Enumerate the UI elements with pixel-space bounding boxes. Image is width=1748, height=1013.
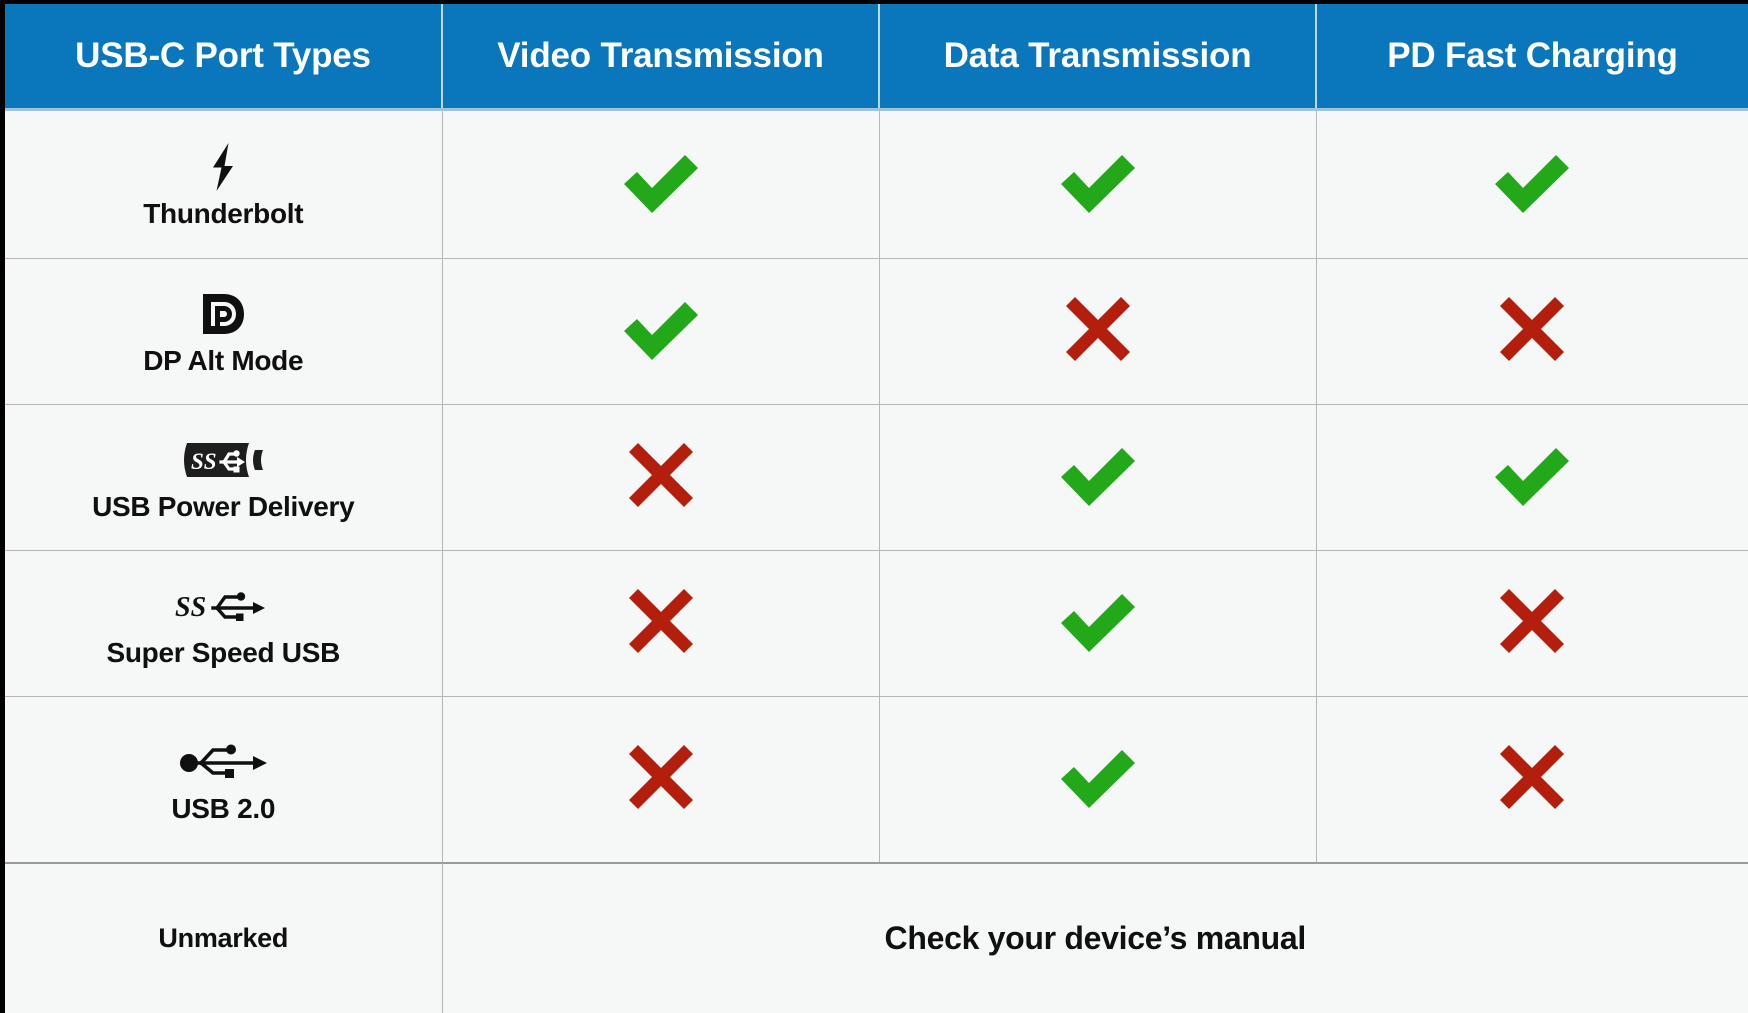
usb-power-delivery-icon: SS bbox=[177, 434, 269, 486]
cross-icon bbox=[626, 586, 696, 656]
cell-thunderbolt-charging bbox=[1316, 110, 1748, 259]
cell-unmarked-note: Check your device’s manual bbox=[442, 863, 1748, 1013]
cell-superspeed-data bbox=[879, 551, 1316, 697]
cross-icon bbox=[1063, 294, 1133, 364]
table-row: USB 2.0 bbox=[5, 697, 1748, 864]
column-header-data-transmission: Data Transmission bbox=[879, 4, 1316, 110]
port-label: Super Speed USB bbox=[106, 639, 340, 667]
check-icon bbox=[1056, 745, 1140, 809]
port-cell-unmarked: Unmarked bbox=[5, 863, 442, 1013]
check-icon bbox=[1490, 443, 1574, 507]
cell-superspeed-video bbox=[442, 551, 879, 697]
cell-dp-alt-mode-data bbox=[879, 259, 1316, 405]
cell-superspeed-charging bbox=[1316, 551, 1748, 697]
table-body: Thunderbolt bbox=[5, 110, 1748, 1013]
cell-usb2-video bbox=[442, 697, 879, 864]
table-frame: USB-C Port Types Video Transmission Data… bbox=[0, 0, 1748, 1008]
svg-text:SS: SS bbox=[191, 449, 217, 474]
check-icon bbox=[1056, 443, 1140, 507]
svg-text:SS: SS bbox=[175, 592, 206, 623]
thunderbolt-icon bbox=[204, 141, 242, 193]
cross-icon bbox=[1497, 742, 1567, 812]
cell-thunderbolt-video bbox=[442, 110, 879, 259]
table-header: USB-C Port Types Video Transmission Data… bbox=[5, 4, 1748, 110]
port-cell-dp-alt-mode: DP Alt Mode bbox=[5, 259, 442, 405]
usb-c-capability-table: USB-C Port Types Video Transmission Data… bbox=[5, 4, 1748, 1013]
table-row: SS Super Speed USB bbox=[5, 551, 1748, 697]
cell-usb2-charging bbox=[1316, 697, 1748, 864]
manual-note-text: Check your device’s manual bbox=[885, 920, 1306, 956]
header-row: USB-C Port Types Video Transmission Data… bbox=[5, 4, 1748, 110]
cell-usb-pd-data bbox=[879, 405, 1316, 551]
table-row: DP Alt Mode bbox=[5, 259, 1748, 405]
table-row: Thunderbolt bbox=[5, 110, 1748, 259]
cell-usb-pd-charging bbox=[1316, 405, 1748, 551]
cell-dp-alt-mode-video bbox=[442, 259, 879, 405]
port-cell-usb-power-delivery: SS bbox=[5, 405, 442, 551]
check-icon bbox=[619, 297, 703, 361]
cross-icon bbox=[1497, 586, 1567, 656]
cross-icon bbox=[626, 440, 696, 510]
superspeed-usb-icon: SS bbox=[173, 580, 273, 632]
cell-usb-pd-video bbox=[442, 405, 879, 551]
check-icon bbox=[1490, 150, 1574, 214]
port-cell-usb-2: USB 2.0 bbox=[5, 697, 442, 864]
cell-dp-alt-mode-charging bbox=[1316, 259, 1748, 405]
port-cell-super-speed-usb: SS Super Speed USB bbox=[5, 551, 442, 697]
port-label: USB Power Delivery bbox=[92, 493, 354, 521]
table-row: SS bbox=[5, 405, 1748, 551]
check-icon bbox=[1056, 589, 1140, 653]
displayport-icon bbox=[200, 288, 246, 340]
column-header-video-transmission: Video Transmission bbox=[442, 4, 879, 110]
cross-icon bbox=[1497, 294, 1567, 364]
check-icon bbox=[1056, 150, 1140, 214]
port-cell-thunderbolt: Thunderbolt bbox=[5, 110, 442, 259]
table-row: Unmarked Check your device’s manual bbox=[5, 863, 1748, 1013]
cross-icon bbox=[626, 742, 696, 812]
port-label: Thunderbolt bbox=[143, 200, 303, 228]
column-header-port-types: USB-C Port Types bbox=[5, 4, 442, 110]
cell-thunderbolt-data bbox=[879, 110, 1316, 259]
cell-usb2-data bbox=[879, 697, 1316, 864]
usb-trident-icon bbox=[175, 736, 271, 788]
column-header-pd-fast-charging: PD Fast Charging bbox=[1316, 4, 1748, 110]
check-icon bbox=[619, 150, 703, 214]
port-label: USB 2.0 bbox=[171, 795, 275, 823]
port-label: DP Alt Mode bbox=[143, 347, 303, 375]
port-label: Unmarked bbox=[158, 923, 288, 953]
